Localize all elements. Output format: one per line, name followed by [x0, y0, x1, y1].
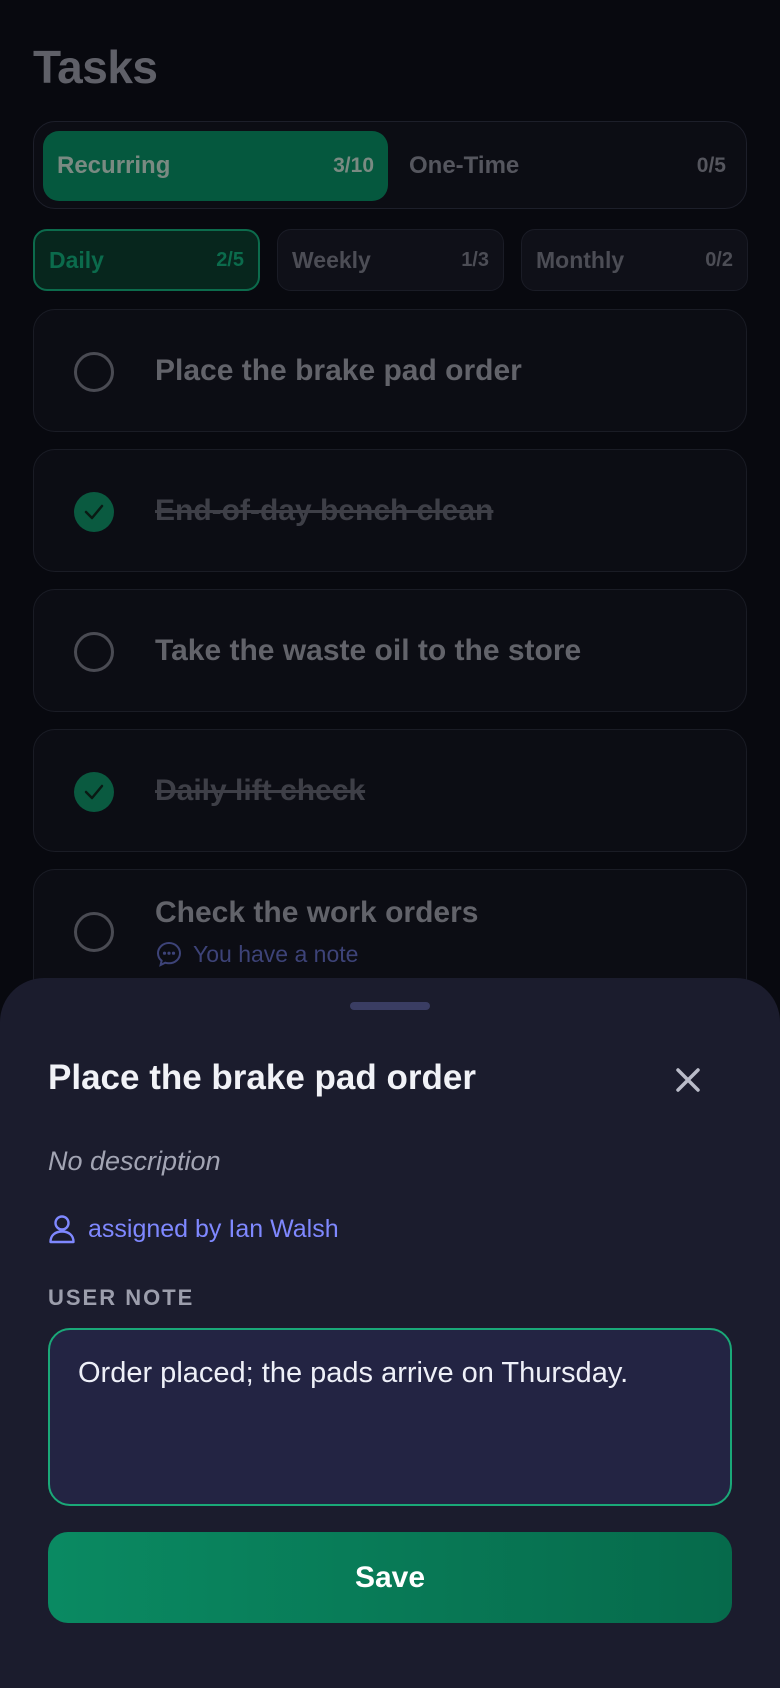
segment-recurring[interactable]: Recurring 3/10 — [43, 131, 388, 201]
tab-monthly[interactable]: Monthly 0/2 — [521, 229, 748, 291]
checkmark-icon — [84, 784, 104, 800]
task-checkbox[interactable] — [74, 632, 114, 672]
segment-count: 3/10 — [333, 154, 374, 177]
task-label: Check the work orders — [155, 896, 479, 929]
task-type-toggle: Recurring 3/10 One-Time 0/5 — [33, 121, 747, 209]
note-indicator-text: You have a note — [193, 940, 359, 967]
tab-label: Weekly — [292, 246, 371, 273]
task-item[interactable]: End-of-day bench clean — [33, 449, 747, 572]
segment-label: Recurring — [57, 152, 171, 179]
task-detail-sheet: Place the brake pad order No description… — [0, 978, 780, 1688]
task-label: Take the waste oil to the store — [155, 634, 582, 667]
segment-label: One-Time — [409, 152, 520, 179]
tab-weekly[interactable]: Weekly 1/3 — [277, 229, 504, 291]
tab-label: Daily — [49, 246, 104, 273]
task-item[interactable]: Place the brake pad order — [33, 309, 747, 432]
task-checkbox[interactable] — [74, 352, 114, 392]
task-item[interactable]: Daily lift check — [33, 729, 747, 852]
segment-count: 0/5 — [696, 154, 726, 177]
task-label: End-of-day bench clean — [155, 494, 494, 527]
tab-daily[interactable]: Daily 2/5 — [33, 229, 260, 291]
task-item[interactable]: Take the waste oil to the store — [33, 589, 747, 712]
page-title: Tasks — [33, 41, 158, 93]
task-checkbox-checked[interactable] — [74, 772, 114, 812]
tasks-screen: Tasks Recurring 3/10 One-Time 0/5 Daily … — [0, 0, 780, 1688]
task-description: No description — [48, 1146, 221, 1176]
checkmark-icon — [84, 504, 104, 520]
task-checkbox-checked[interactable] — [74, 492, 114, 532]
sheet-drag-handle[interactable] — [350, 1002, 430, 1010]
user-icon — [49, 1215, 75, 1244]
task-note-indicator: You have a note — [155, 940, 358, 968]
tab-count: 2/5 — [216, 248, 244, 271]
tab-count: 1/3 — [461, 248, 489, 271]
assigned-by: assigned by Ian Walsh — [48, 1214, 339, 1244]
task-checkbox[interactable] — [74, 912, 114, 952]
tab-count: 0/2 — [705, 248, 733, 271]
user-note-label: USER NOTE — [48, 1285, 195, 1310]
chat-bubble-icon — [156, 941, 182, 967]
assigned-by-text: assigned by Ian Walsh — [88, 1214, 339, 1243]
close-icon — [676, 1068, 700, 1092]
user-note-input[interactable]: Order placed; the pads arrive on Thursda… — [48, 1328, 732, 1506]
task-label: Place the brake pad order — [155, 354, 522, 387]
tab-label: Monthly — [536, 246, 625, 273]
close-button[interactable] — [668, 1060, 708, 1100]
segment-one-time[interactable]: One-Time 0/5 — [395, 131, 740, 201]
save-button[interactable]: Save — [48, 1532, 732, 1623]
task-label: Daily lift check — [155, 774, 366, 807]
sheet-title: Place the brake pad order — [48, 1058, 476, 1097]
